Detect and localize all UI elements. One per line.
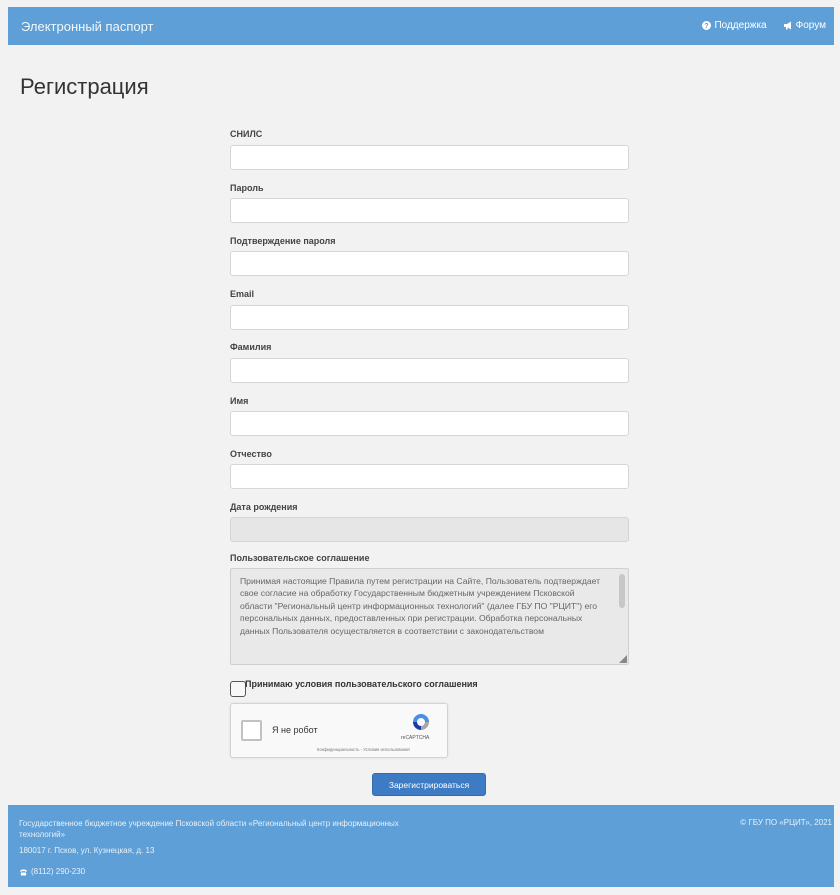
footer-address: 180017 г. Псков, ул. Кузнецкая, д. 13 <box>19 846 155 855</box>
question-circle-icon: ? <box>702 21 712 30</box>
patronymic-label: Отчество <box>230 449 272 459</box>
password-confirm-label: Подтверждение пароля <box>230 236 336 246</box>
agreement-scrollbar[interactable] <box>619 574 625 608</box>
recaptcha-checkbox[interactable] <box>241 720 262 741</box>
recaptcha-brand: reCAPTCHA <box>401 735 430 741</box>
first-name-label: Имя <box>230 396 249 406</box>
accept-terms-checkbox[interactable] <box>230 681 246 697</box>
birth-date-label: Дата рождения <box>230 502 298 512</box>
snils-label: СНИЛС <box>230 129 263 139</box>
footer-phone: (8112) 290-230 <box>19 867 85 876</box>
agreement-textarea[interactable]: Принимая настоящие Правила путем регистр… <box>230 568 629 665</box>
svg-text:?: ? <box>705 21 709 30</box>
email-label: Email <box>230 289 255 299</box>
password-confirm-input[interactable] <box>230 251 629 276</box>
email-input[interactable] <box>230 305 629 330</box>
support-link-label: Поддержка <box>714 20 767 31</box>
birth-date-input <box>230 517 629 542</box>
top-navbar: Электронный паспорт ? Поддержка Форум <box>8 7 834 45</box>
snils-input[interactable] <box>230 145 629 170</box>
phone-icon <box>19 868 28 876</box>
recaptcha-widget: Я не робот reCAPTCHA Конфиденциальность … <box>230 703 448 758</box>
footer: Государственное бюджетное учреждение Пск… <box>8 805 834 887</box>
resize-grip-icon[interactable] <box>619 655 627 663</box>
footer-copyright: © ГБУ ПО «РЦИТ», 2021 <box>740 818 832 827</box>
accept-terms-label[interactable]: Принимаю условия пользовательского согла… <box>245 679 478 689</box>
page-title: Регистрация <box>20 74 149 99</box>
last-name-label: Фамилия <box>230 342 272 352</box>
footer-phone-number: (8112) 290-230 <box>31 867 86 876</box>
nav-links: ? Поддержка Форум <box>702 20 826 31</box>
agreement-label: Пользовательское соглашение <box>230 553 370 563</box>
recaptcha-label: Я не робот <box>272 725 318 735</box>
register-button[interactable]: Зарегистрироваться <box>372 773 486 796</box>
bullhorn-icon <box>783 21 791 30</box>
support-link[interactable]: ? Поддержка <box>702 20 767 31</box>
patronymic-input[interactable] <box>230 464 629 489</box>
last-name-input[interactable] <box>230 358 629 383</box>
forum-link[interactable]: Форум <box>783 20 826 31</box>
first-name-input[interactable] <box>230 411 629 436</box>
footer-org-name: Государственное бюджетное учреждение Пск… <box>19 819 399 839</box>
brand-title[interactable]: Электронный паспорт <box>21 19 154 34</box>
password-input[interactable] <box>230 198 629 223</box>
forum-link-label: Форум <box>795 20 826 31</box>
password-label: Пароль <box>230 183 264 193</box>
recaptcha-links[interactable]: Конфиденциальность - Условия использован… <box>317 747 410 752</box>
accept-terms-row: Принимаю условия пользовательского согла… <box>230 679 478 697</box>
recaptcha-logo-icon <box>413 714 429 730</box>
agreement-text: Принимая настоящие Правила путем регистр… <box>240 576 601 636</box>
